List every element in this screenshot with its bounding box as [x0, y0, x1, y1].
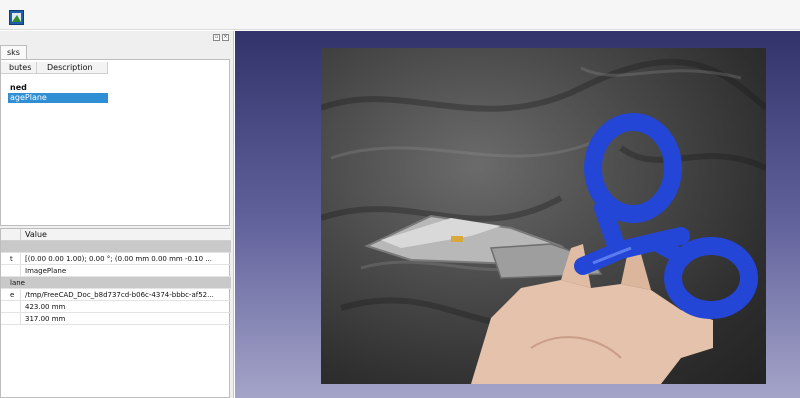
toolbar [0, 0, 800, 30]
tree-column-description[interactable]: Description [37, 62, 108, 73]
property-key: e [10, 291, 15, 299]
property-row-placement[interactable]: t [(0.00 0.00 1.00); 0.00 °; (0.00 mm 0.… [1, 253, 231, 265]
property-view: Value t [(0.00 0.00 1.00); 0.00 °; (0.00… [0, 228, 231, 398]
freecad-app-icon[interactable] [9, 10, 24, 25]
property-header: Value [1, 229, 231, 241]
column-divider [20, 301, 21, 312]
property-row-x-size[interactable]: 423.00 mm [1, 301, 231, 313]
tree-item-imageplane[interactable]: agePlane [8, 93, 108, 103]
column-divider[interactable] [20, 229, 21, 241]
property-column-value: Value [25, 230, 47, 239]
property-group-imageplane[interactable]: lane [1, 277, 231, 289]
tree-view: butes Description ned agePlane [0, 59, 230, 226]
property-value[interactable]: /tmp/FreeCAD_Doc_b8d737cd-b06c-4374-bbbc… [25, 289, 229, 300]
dock-buttons: ▫ × [213, 34, 229, 41]
property-row-label[interactable]: ImagePlane [1, 265, 231, 277]
tree-header: butes Description [1, 62, 108, 74]
close-icon[interactable]: × [222, 34, 229, 41]
property-value[interactable]: ImagePlane [25, 265, 229, 276]
property-value[interactable]: 317.00 mm [25, 313, 229, 324]
column-divider [20, 289, 21, 300]
property-group-label: lane [10, 279, 25, 287]
property-group-row[interactable] [1, 241, 231, 253]
tree-document-label[interactable]: ned [10, 83, 27, 92]
property-row-y-size[interactable]: 317.00 mm [1, 313, 231, 325]
property-value[interactable]: [(0.00 0.00 1.00); 0.00 °; (0.00 mm 0.00… [25, 253, 229, 264]
property-row-image-file[interactable]: e /tmp/FreeCAD_Doc_b8d737cd-b06c-4374-bb… [1, 289, 231, 301]
tree-column-attributes[interactable]: butes [1, 62, 37, 73]
column-divider [20, 265, 21, 276]
tab-tasks[interactable]: sks [0, 45, 27, 59]
property-value[interactable]: 423.00 mm [25, 301, 229, 312]
3d-viewport[interactable] [235, 31, 800, 398]
column-divider [20, 313, 21, 324]
combo-view-panel: ▫ × sks butes Description ned agePlane V… [0, 31, 234, 398]
property-key: t [10, 255, 13, 263]
float-icon[interactable]: ▫ [213, 34, 220, 41]
column-divider [20, 253, 21, 264]
image-plane-photo[interactable] [321, 48, 766, 384]
scissors-photo [321, 58, 766, 384]
